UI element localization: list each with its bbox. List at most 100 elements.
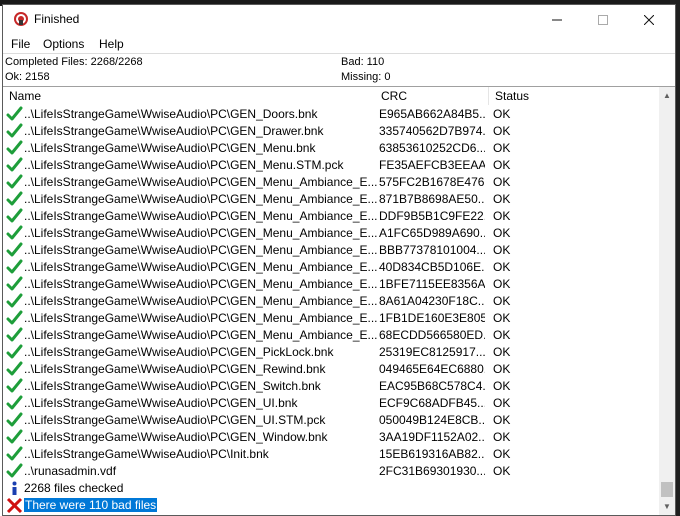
menu-options[interactable]: Options	[43, 37, 84, 51]
row-name: ..\LifeIsStrangeGame\WwiseAudio\PC\GEN_D…	[24, 107, 318, 121]
table-row[interactable]: ..\LifeIsStrangeGame\WwiseAudio\PC\GEN_S…	[3, 378, 659, 395]
table-row[interactable]: 2268 files checked	[3, 480, 659, 497]
row-status: OK	[493, 345, 511, 359]
info-icon	[6, 480, 23, 497]
check-icon	[6, 225, 23, 242]
row-name: ..\LifeIsStrangeGame\WwiseAudio\PC\GEN_M…	[24, 294, 378, 308]
check-icon	[6, 174, 23, 191]
ok-count-label: Ok: 2158	[5, 71, 50, 83]
row-status: OK	[493, 124, 511, 138]
row-status: OK	[493, 379, 511, 393]
table-row[interactable]: ..\LifeIsStrangeGame\WwiseAudio\PC\GEN_R…	[3, 361, 659, 378]
table-row[interactable]: ..\LifeIsStrangeGame\WwiseAudio\PC\GEN_M…	[3, 242, 659, 259]
check-icon	[6, 208, 23, 225]
vertical-scrollbar[interactable]: ▲ ▼	[659, 87, 675, 515]
maximize-button[interactable]	[580, 5, 626, 35]
row-crc: A1FC65D989A690...	[379, 226, 485, 240]
table-row[interactable]: ..\LifeIsStrangeGame\WwiseAudio\PC\GEN_D…	[3, 106, 659, 123]
row-crc: DDF9B5B1C9FE22...	[379, 209, 485, 223]
row-status: OK	[493, 192, 511, 206]
row-status: OK	[493, 328, 511, 342]
row-name: ..\LifeIsStrangeGame\WwiseAudio\PC\GEN_M…	[24, 226, 378, 240]
check-icon	[6, 259, 23, 276]
column-header-name[interactable]: Name	[3, 87, 376, 105]
close-button[interactable]	[626, 5, 672, 35]
row-name: ..\LifeIsStrangeGame\WwiseAudio\PC\GEN_M…	[24, 260, 378, 274]
row-status: OK	[493, 413, 511, 427]
check-icon	[6, 242, 23, 259]
check-icon	[6, 157, 23, 174]
row-crc: 3AA19DF1152A02...	[379, 430, 485, 444]
check-icon	[6, 344, 23, 361]
row-crc: 1BFE7115EE8356A...	[379, 277, 485, 291]
scroll-down-icon[interactable]: ▼	[659, 498, 675, 515]
row-crc: 68ECDD566580ED...	[379, 328, 485, 342]
row-status: OK	[493, 158, 511, 172]
row-status: OK	[493, 311, 511, 325]
missing-count-label: Missing: 0	[341, 71, 391, 83]
row-name: ..\LifeIsStrangeGame\WwiseAudio\PC\GEN_R…	[24, 362, 326, 376]
results-window: Finished File Options Help Completed Fil…	[2, 4, 676, 516]
row-crc: 2FC31B69301930...	[379, 464, 485, 478]
table-row[interactable]: ..\LifeIsStrangeGame\WwiseAudio\PC\GEN_M…	[3, 191, 659, 208]
table-row[interactable]: ..\LifeIsStrangeGame\WwiseAudio\PC\Init.…	[3, 446, 659, 463]
menu-bar: File Options Help	[3, 35, 675, 53]
check-icon	[6, 310, 23, 327]
results-list[interactable]: Name CRC Status ..\LifeIsStrangeGame\Wwi…	[3, 86, 675, 515]
row-status: OK	[493, 396, 511, 410]
table-row[interactable]: ..\LifeIsStrangeGame\WwiseAudio\PC\GEN_W…	[3, 429, 659, 446]
row-crc: 25319EC8125917...	[379, 345, 485, 359]
table-row[interactable]: ..\LifeIsStrangeGame\WwiseAudio\PC\GEN_M…	[3, 293, 659, 310]
menu-file[interactable]: File	[11, 37, 30, 51]
table-row[interactable]: ..\LifeIsStrangeGame\WwiseAudio\PC\GEN_M…	[3, 225, 659, 242]
row-status: OK	[493, 107, 511, 121]
table-row[interactable]: ..\LifeIsStrangeGame\WwiseAudio\PC\GEN_M…	[3, 140, 659, 157]
check-icon	[6, 446, 23, 463]
row-name: ..\LifeIsStrangeGame\WwiseAudio\PC\GEN_U…	[24, 396, 298, 410]
check-icon	[6, 429, 23, 446]
row-crc: 050049B124E8CB...	[379, 413, 485, 427]
completed-files-label: Completed Files: 2268/2268	[5, 56, 143, 68]
table-row[interactable]: ..\LifeIsStrangeGame\WwiseAudio\PC\GEN_P…	[3, 344, 659, 361]
scroll-thumb[interactable]	[661, 482, 673, 497]
row-crc: EAC95B68C578C4...	[379, 379, 485, 393]
table-row[interactable]: ..\LifeIsStrangeGame\WwiseAudio\PC\GEN_M…	[3, 276, 659, 293]
table-row[interactable]: There were 110 bad files	[3, 497, 659, 514]
row-name: ..\LifeIsStrangeGame\WwiseAudio\PC\GEN_M…	[24, 209, 378, 223]
title-bar: Finished	[3, 5, 675, 35]
table-row[interactable]: ..\LifeIsStrangeGame\WwiseAudio\PC\GEN_M…	[3, 157, 659, 174]
row-crc: 871B7B8698AE50...	[379, 192, 485, 206]
row-status: OK	[493, 209, 511, 223]
table-row[interactable]: ..\LifeIsStrangeGame\WwiseAudio\PC\GEN_D…	[3, 123, 659, 140]
row-status: OK	[493, 447, 511, 461]
minimize-icon	[552, 19, 562, 21]
window-title: Finished	[34, 12, 80, 26]
table-row[interactable]: ..\LifeIsStrangeGame\WwiseAudio\PC\GEN_M…	[3, 327, 659, 344]
row-crc: E965AB662A84B5...	[379, 107, 485, 121]
check-icon	[6, 123, 23, 140]
column-header-crc[interactable]: CRC	[375, 87, 489, 105]
check-icon	[6, 463, 23, 480]
table-row[interactable]: ..\LifeIsStrangeGame\WwiseAudio\PC\GEN_M…	[3, 259, 659, 276]
check-icon	[6, 140, 23, 157]
minimize-button[interactable]	[534, 5, 580, 35]
row-status: OK	[493, 294, 511, 308]
table-row[interactable]: ..\LifeIsStrangeGame\WwiseAudio\PC\GEN_U…	[3, 412, 659, 429]
check-icon	[6, 361, 23, 378]
table-row[interactable]: ..\LifeIsStrangeGame\WwiseAudio\PC\GEN_U…	[3, 395, 659, 412]
scroll-up-icon[interactable]: ▲	[659, 87, 675, 104]
menu-help[interactable]: Help	[99, 37, 124, 51]
row-crc: 575FC2B1678E476...	[379, 175, 485, 189]
row-name: There were 110 bad files	[24, 498, 159, 512]
row-name: 2268 files checked	[24, 481, 124, 495]
column-header-status[interactable]: Status	[489, 87, 659, 105]
row-status: OK	[493, 430, 511, 444]
table-row[interactable]: ..\runasadmin.vdf 2FC31B69301930... OK	[3, 463, 659, 480]
row-status: OK	[493, 277, 511, 291]
table-row[interactable]: ..\LifeIsStrangeGame\WwiseAudio\PC\GEN_M…	[3, 174, 659, 191]
table-row[interactable]: ..\LifeIsStrangeGame\WwiseAudio\PC\GEN_M…	[3, 208, 659, 225]
row-name: ..\LifeIsStrangeGame\WwiseAudio\PC\GEN_M…	[24, 192, 378, 206]
check-icon	[6, 412, 23, 429]
app-icon	[14, 12, 28, 26]
table-row[interactable]: ..\LifeIsStrangeGame\WwiseAudio\PC\GEN_M…	[3, 310, 659, 327]
